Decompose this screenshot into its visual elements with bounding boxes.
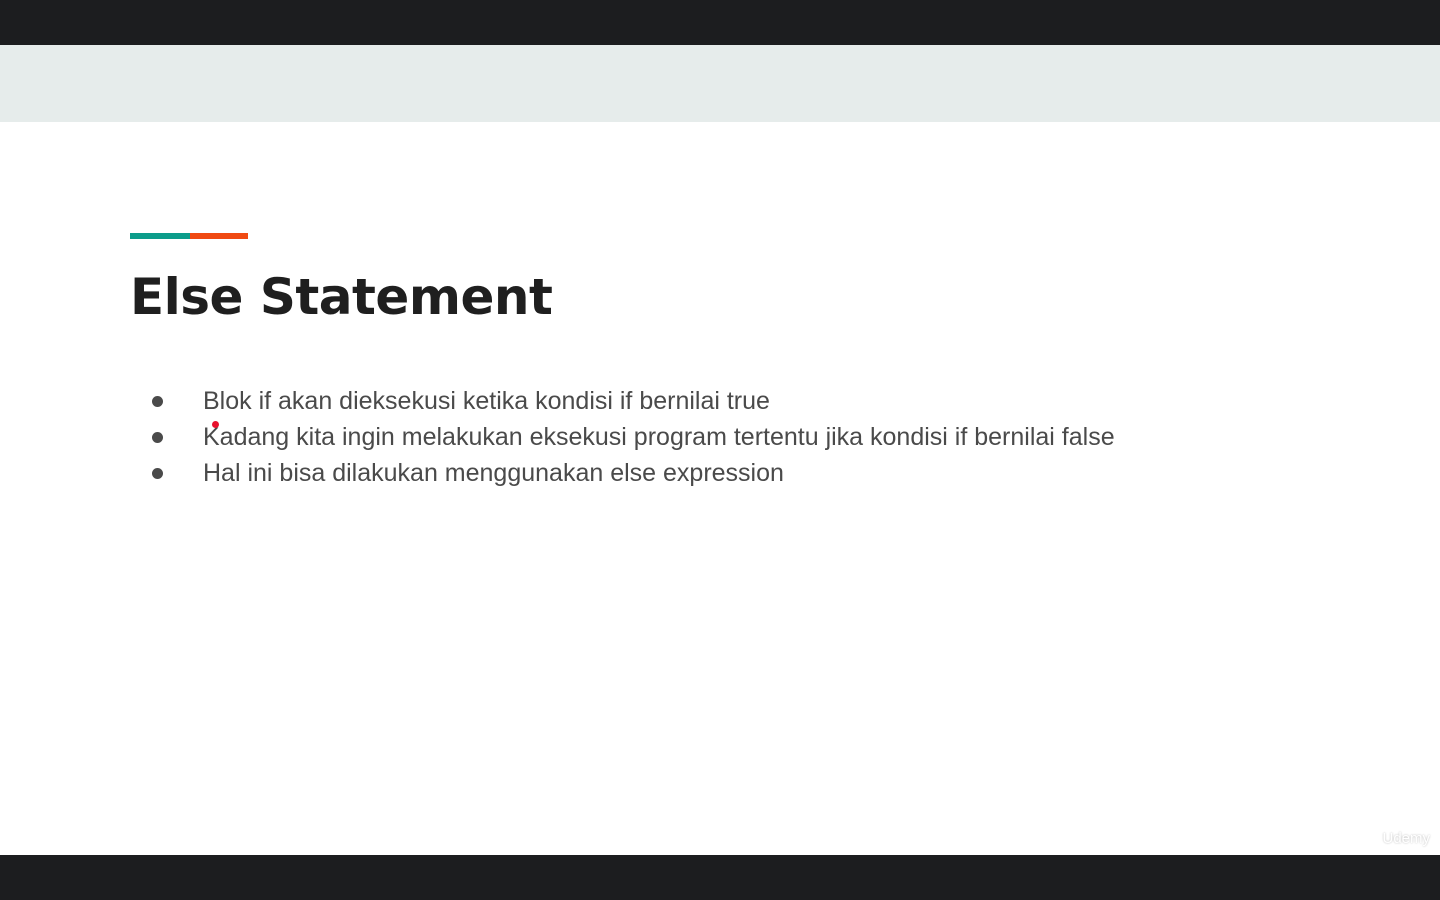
bullet-text: Blok if akan dieksekusi ketika kondisi i… (203, 386, 770, 415)
presentation-slide: Else Statement Blok if akan dieksekusi k… (0, 45, 1440, 855)
title-accent-bar (130, 233, 248, 239)
bullet-dot-icon (152, 467, 163, 479)
bullet-list: Blok if akan dieksekusi ketika kondisi i… (150, 383, 1115, 491)
slide-title: Else Statement (130, 268, 553, 326)
laser-pointer-icon (212, 421, 219, 428)
bullet-dot-icon (152, 431, 163, 443)
slide-header-band (0, 45, 1440, 122)
bullet-item: Hal ini bisa dilakukan menggunakan else … (150, 455, 1115, 491)
bullet-text: Hal ini bisa dilakukan menggunakan else … (203, 458, 784, 487)
udemy-watermark: Udemy (1382, 830, 1430, 847)
video-letterbox-top (0, 0, 1440, 45)
bullet-text: Kadang kita ingin melakukan eksekusi pro… (203, 422, 1115, 451)
bullet-item: Kadang kita ingin melakukan eksekusi pro… (150, 419, 1115, 455)
video-letterbox-bottom (0, 855, 1440, 900)
accent-bar-teal (130, 233, 190, 239)
bullet-item: Blok if akan dieksekusi ketika kondisi i… (150, 383, 1115, 419)
accent-bar-orange (190, 233, 248, 239)
bullet-dot-icon (152, 395, 163, 407)
